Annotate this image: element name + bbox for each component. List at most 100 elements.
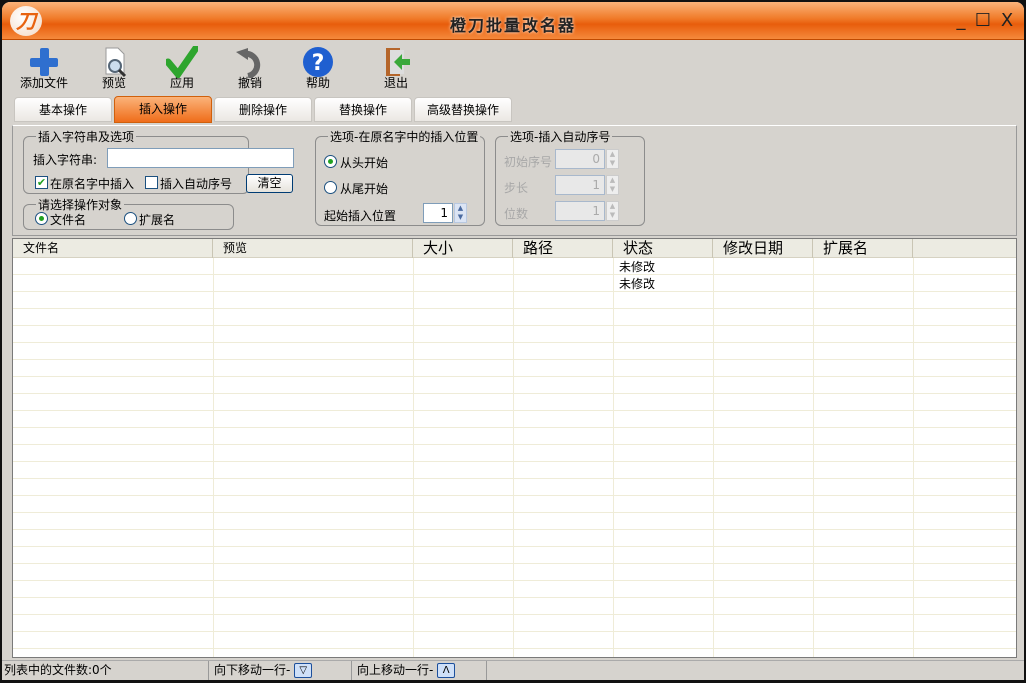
table-row[interactable]	[13, 479, 1016, 496]
tab-advanced-replace[interactable]: 高级替换操作	[414, 97, 512, 122]
start-position-input[interactable]: 1	[423, 203, 453, 223]
table-row[interactable]	[13, 411, 1016, 428]
column-divider	[913, 258, 914, 657]
table-row[interactable]	[13, 326, 1016, 343]
table-row[interactable]	[13, 632, 1016, 649]
svg-text:?: ?	[312, 51, 325, 76]
move-down-button[interactable]: ▽	[294, 663, 313, 678]
column-header-status[interactable]: 状态	[613, 239, 713, 258]
column-divider	[813, 258, 814, 657]
tab-insert[interactable]: 插入操作	[114, 96, 212, 123]
start-position-spinner[interactable]: ▲ ▼	[454, 203, 467, 223]
column-header-preview[interactable]: 预览	[213, 239, 413, 258]
in-name-label: 在原名字中插入	[50, 177, 135, 191]
seq-start-input[interactable]: 0	[555, 149, 605, 169]
title-bar: 刀 橙刀批量改名器 _ ☐ X	[2, 2, 1024, 40]
auto-seq-checkbox[interactable]	[145, 176, 158, 189]
seq-start-spinner[interactable]: ▲ ▼	[606, 149, 619, 169]
table-header: 文件名 预览 大小 路径 状态 修改日期 扩展名	[13, 239, 1016, 258]
start-position-label: 起始插入位置	[324, 209, 397, 223]
status-cell: 未修改	[619, 277, 656, 291]
preview-button[interactable]: 预览	[84, 46, 144, 91]
column-header-modified[interactable]: 修改日期	[713, 239, 813, 258]
table-row[interactable]	[13, 394, 1016, 411]
in-name-checkbox[interactable]: ✔	[35, 176, 48, 189]
table-row[interactable]	[13, 445, 1016, 462]
tab-delete[interactable]: 删除操作	[214, 97, 312, 122]
from-start-label: 从头开始	[340, 156, 389, 170]
seq-step-label: 步长	[504, 181, 529, 195]
column-header-extension[interactable]: 扩展名	[813, 239, 913, 258]
column-header-size[interactable]: 大小	[413, 239, 513, 258]
column-divider	[713, 258, 714, 657]
column-divider	[413, 258, 414, 657]
group-legend: 插入字符串及选项	[38, 130, 135, 144]
check-icon	[164, 44, 200, 80]
extension-radio[interactable]	[124, 212, 137, 225]
table-row[interactable]	[13, 564, 1016, 581]
table-row[interactable]	[13, 462, 1016, 479]
column-divider	[613, 258, 614, 657]
seq-digits-label: 位数	[504, 207, 529, 221]
table-row[interactable]	[13, 258, 1016, 275]
seq-start-label: 初始序号	[504, 155, 553, 169]
file-list-table[interactable]: 文件名 预览 大小 路径 状态 修改日期 扩展名 未修改 未修改	[12, 238, 1017, 658]
table-row[interactable]	[13, 615, 1016, 632]
table-row[interactable]	[13, 292, 1016, 309]
move-down-group: 向下移动一行- ▽	[214, 661, 352, 680]
table-row[interactable]	[13, 581, 1016, 598]
close-button[interactable]: X	[996, 10, 1018, 31]
filename-radio[interactable]	[35, 212, 48, 225]
move-down-label: 向下移动一行-	[214, 663, 291, 677]
from-end-label: 从尾开始	[340, 182, 389, 196]
table-row[interactable]	[13, 547, 1016, 564]
seq-digits-input[interactable]: 1	[555, 201, 605, 221]
table-row[interactable]	[13, 377, 1016, 394]
group-legend: 选项-在原名字中的插入位置	[330, 130, 479, 144]
group-legend: 选项-插入自动序号	[510, 130, 611, 144]
help-button[interactable]: ? 帮助	[288, 46, 348, 91]
file-count: 列表中的文件数:0个	[4, 661, 209, 680]
clear-button[interactable]: 清空	[246, 174, 293, 193]
undo-icon	[234, 46, 266, 79]
minimize-button[interactable]: _	[950, 10, 972, 31]
insert-string-label: 插入字符串:	[33, 153, 98, 167]
from-start-radio[interactable]	[324, 155, 337, 168]
auto-seq-label: 插入自动序号	[160, 177, 233, 191]
table-row[interactable]	[13, 309, 1016, 326]
filename-radio-label: 文件名	[50, 213, 87, 227]
table-row[interactable]	[13, 513, 1016, 530]
move-up-button[interactable]: Λ	[437, 663, 456, 678]
tab-basic[interactable]: 基本操作	[14, 97, 112, 122]
plus-icon	[28, 46, 60, 78]
add-file-button[interactable]: 添加文件	[14, 46, 74, 91]
table-row[interactable]	[13, 530, 1016, 547]
status-bar: 列表中的文件数:0个 向下移动一行- ▽ 向上移动一行- Λ	[2, 660, 1024, 680]
move-up-label: 向上移动一行-	[357, 663, 434, 677]
extension-radio-label: 扩展名	[139, 213, 176, 227]
seq-digits-spinner[interactable]: ▲ ▼	[606, 201, 619, 221]
status-cell: 未修改	[619, 260, 656, 274]
table-row[interactable]	[13, 275, 1016, 292]
table-row[interactable]	[13, 496, 1016, 513]
toolbar: 添加文件 预览 应用 撤销 ? 帮助 退出	[2, 44, 1024, 96]
table-row[interactable]	[13, 598, 1016, 615]
column-header-path[interactable]: 路径	[513, 239, 613, 258]
exit-icon	[380, 46, 412, 78]
column-header-filename[interactable]: 文件名	[13, 239, 213, 258]
table-row[interactable]	[13, 343, 1016, 360]
from-end-radio[interactable]	[324, 181, 337, 194]
apply-button[interactable]: 应用	[152, 44, 212, 91]
help-icon: ?	[302, 46, 334, 78]
seq-step-input[interactable]: 1	[555, 175, 605, 195]
maximize-button[interactable]: ☐	[972, 10, 994, 31]
window-title: 橙刀批量改名器	[449, 16, 576, 35]
insert-string-input[interactable]	[107, 148, 294, 168]
table-row[interactable]	[13, 428, 1016, 445]
table-row[interactable]	[13, 360, 1016, 377]
column-divider	[213, 258, 214, 657]
seq-step-spinner[interactable]: ▲ ▼	[606, 175, 619, 195]
tab-replace[interactable]: 替换操作	[314, 97, 412, 122]
exit-button[interactable]: 退出	[366, 46, 426, 91]
undo-button[interactable]: 撤销	[220, 46, 280, 91]
